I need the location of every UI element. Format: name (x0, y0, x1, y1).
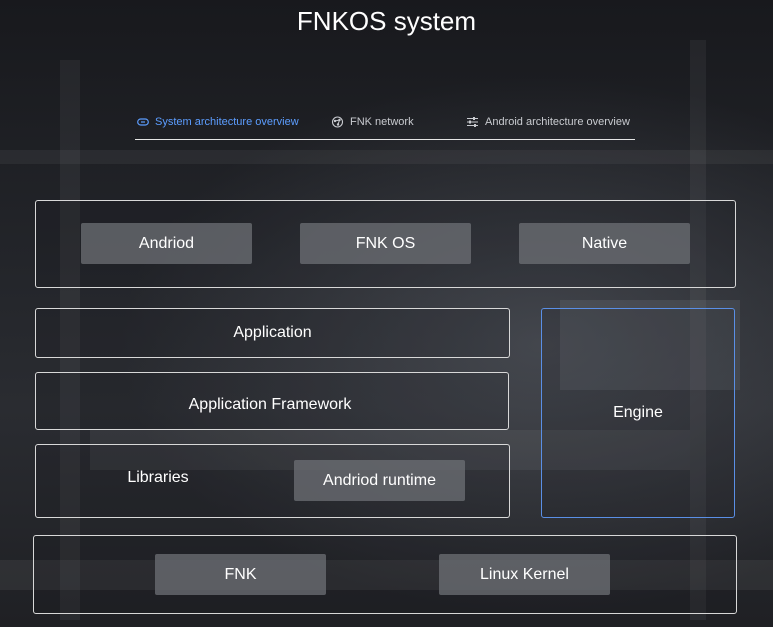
tab-android-architecture-overview[interactable]: Android architecture overview (466, 111, 630, 133)
page-title: FNKOS system (296, 6, 477, 36)
andriod-runtime-button[interactable]: Andriod runtime (294, 460, 465, 501)
andriod-button[interactable]: Andriod (81, 223, 252, 264)
libraries-label: Libraries (127, 469, 189, 486)
engine-label: Engine (613, 404, 663, 421)
engine-box[interactable]: Engine (541, 308, 735, 518)
fnk-button[interactable]: FNK (155, 554, 326, 595)
native-button[interactable]: Native (519, 223, 690, 264)
link-icon (137, 116, 149, 128)
tab-fnk-network[interactable]: FNK network (331, 111, 414, 133)
tab-bar: System architecture overview FNK network… (135, 111, 635, 141)
tab-underline (135, 139, 635, 140)
sliders-icon (466, 116, 479, 128)
tab-system-architecture-overview[interactable]: System architecture overview (137, 111, 299, 133)
network-icon (331, 116, 344, 128)
fnk-os-button[interactable]: FNK OS (300, 223, 471, 264)
linux-kernel-button[interactable]: Linux Kernel (439, 554, 610, 595)
tab-label: System architecture overview (155, 116, 299, 128)
application-framework-label: Application Framework (188, 396, 352, 413)
application-label: Application (233, 324, 312, 341)
bottom-layer-box (33, 535, 737, 614)
tab-label: Android architecture overview (485, 116, 630, 128)
tab-label: FNK network (350, 116, 414, 128)
